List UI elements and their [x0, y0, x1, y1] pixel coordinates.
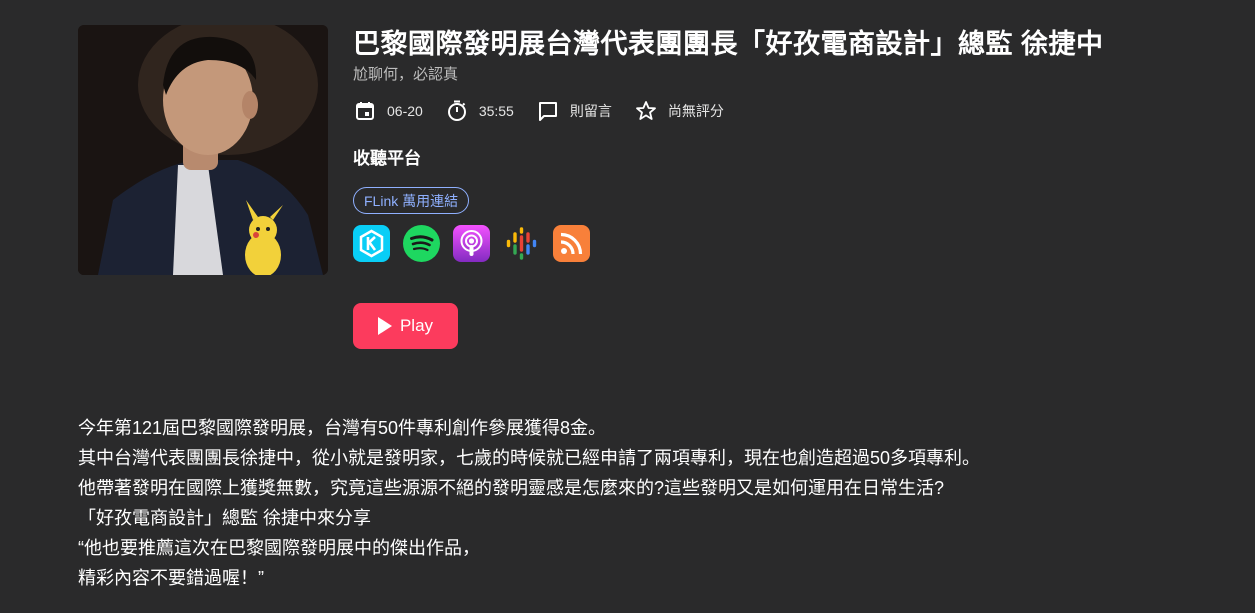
google-podcasts-icon [506, 227, 537, 260]
apple-podcasts-icon [453, 225, 490, 262]
platform-list [353, 225, 1233, 262]
google-podcasts-link[interactable] [503, 225, 540, 262]
rss-icon [553, 225, 590, 262]
episode-description: 今年第121屆巴黎國際發明展，台灣有50件專利創作參展獲得8金。 其中台灣代表團… [78, 413, 1178, 593]
comments-label: 則留言 [569, 103, 612, 119]
apple-podcasts-link[interactable] [453, 225, 490, 262]
duration-text: 35:55 [478, 103, 514, 119]
description-line: 他帶著發明在國際上獲獎無數，究竟這些源源不絕的發明靈感是怎麼來的?這些發明又是如… [78, 478, 945, 498]
kkbox-link[interactable] [353, 225, 390, 262]
publish-date-text: 06-20 [387, 103, 423, 119]
description-line: 「好孜電商設計」總監 徐捷中來分享 [78, 508, 371, 528]
rating-label: 尚無評分 [667, 103, 724, 119]
comments-link[interactable]: 則留言 [536, 99, 612, 123]
comment-icon [538, 102, 557, 121]
description-line: 精彩內容不要錯過喔！” [78, 568, 264, 588]
kkbox-icon [353, 225, 390, 262]
play-button-label: Play [399, 316, 434, 335]
spotify-icon [403, 225, 440, 262]
calendar-icon [356, 102, 374, 120]
flink-button[interactable]: FLink 萬用連結 [353, 187, 470, 214]
publish-date: 06-20 [353, 99, 423, 123]
episode-cover-image [78, 25, 328, 275]
stopwatch-icon [447, 100, 466, 121]
rating-link[interactable]: 尚無評分 [634, 99, 724, 123]
cover-photo-illustration [78, 25, 328, 275]
spotify-link[interactable] [403, 225, 440, 262]
episode-meta: 06-20 35:55 則留言 尚無評分 [353, 97, 1233, 125]
description-line: “他也要推薦這次在巴黎國際發明展中的傑出作品， [78, 538, 480, 558]
episode-info: 巴黎國際發明展台灣代表團團長「好孜電商設計」總監 徐捷中 尬聊何，必認真 06-… [353, 26, 1233, 262]
podcast-author[interactable]: 尬聊何，必認真 [353, 65, 1233, 85]
play-icon [377, 317, 392, 335]
episode-duration: 35:55 [445, 99, 514, 123]
star-icon [635, 101, 656, 120]
description-line: 今年第121屆巴黎國際發明展，台灣有50件專利創作參展獲得8金。 [78, 418, 607, 438]
episode-title: 巴黎國際發明展台灣代表團團長「好孜電商設計」總監 徐捷中 [353, 29, 1104, 59]
description-line: 其中台灣代表團團長徐捷中，從小就是發明家，七歲的時候就已經申請了兩項專利，現在也… [78, 448, 981, 468]
rss-link[interactable] [553, 225, 590, 262]
play-button[interactable]: Play [353, 303, 458, 349]
platforms-heading: 收聽平台 [353, 149, 421, 168]
